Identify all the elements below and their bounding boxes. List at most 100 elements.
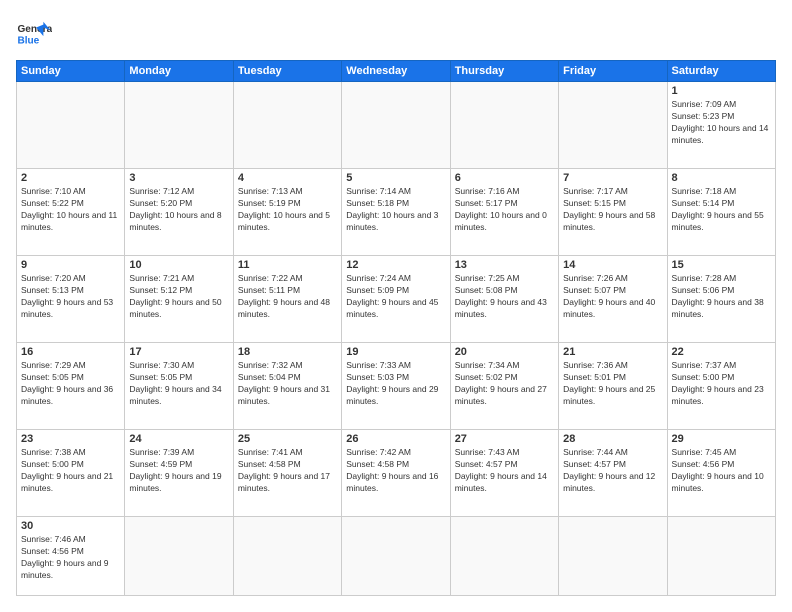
day-info: Sunrise: 7:26 AMSunset: 5:07 PMDaylight:…	[563, 273, 662, 321]
calendar-cell: 10 Sunrise: 7:21 AMSunset: 5:12 PMDayligh…	[125, 256, 233, 343]
day-number: 11	[238, 259, 337, 271]
day-number: 26	[346, 433, 445, 445]
day-number: 3	[129, 172, 228, 184]
calendar-cell: 26Sunrise: 7:42 AMSunset: 4:58 PMDayligh…	[342, 430, 450, 517]
day-number: 10	[129, 259, 228, 271]
calendar-cell: 29Sunrise: 7:45 AMSunset: 4:56 PMDayligh…	[667, 430, 775, 517]
day-number: 19	[346, 346, 445, 358]
day-of-week-header: Thursday	[450, 61, 558, 82]
calendar-cell	[125, 517, 233, 596]
day-of-week-header: Friday	[559, 61, 667, 82]
day-info: Sunrise: 7:36 AMSunset: 5:01 PMDaylight:…	[563, 360, 662, 408]
calendar-cell: 25Sunrise: 7:41 AMSunset: 4:58 PMDayligh…	[233, 430, 341, 517]
day-number: 5	[346, 172, 445, 184]
calendar-cell: 15Sunrise: 7:28 AMSunset: 5:06 PMDayligh…	[667, 256, 775, 343]
day-info: Sunrise: 7:43 AMSunset: 4:57 PMDaylight:…	[455, 447, 554, 495]
day-number: 12	[346, 259, 445, 271]
day-number: 8	[672, 172, 771, 184]
day-of-week-header: Monday	[125, 61, 233, 82]
calendar-cell	[450, 82, 558, 169]
day-info: Sunrise: 7:20 AMSunset: 5:13 PMDaylight:…	[21, 273, 120, 321]
day-info: Sunrise: 7:46 AMSunset: 4:56 PMDaylight:…	[21, 534, 120, 582]
calendar-cell: 2 Sunrise: 7:10 AMSunset: 5:22 PMDaylight…	[17, 169, 125, 256]
day-info: Sunrise: 7:37 AMSunset: 5:00 PMDaylight:…	[672, 360, 771, 408]
calendar-cell: 27 Sunrise: 7:43 AMSunset: 4:57 PMDayligh…	[450, 430, 558, 517]
calendar-cell: 11 Sunrise: 7:22 AMSunset: 5:11 PMDayligh…	[233, 256, 341, 343]
day-info: Sunrise: 7:13 AMSunset: 5:19 PMDaylight:…	[238, 186, 337, 234]
day-number: 9	[21, 259, 120, 271]
day-info: Sunrise: 7:33 AMSunset: 5:03 PMDaylight:…	[346, 360, 445, 408]
day-number: 1	[672, 85, 771, 97]
day-number: 25	[238, 433, 337, 445]
day-number: 27	[455, 433, 554, 445]
calendar-cell: 3 Sunrise: 7:12 AMSunset: 5:20 PMDaylight…	[125, 169, 233, 256]
day-info: Sunrise: 7:17 AMSunset: 5:15 PMDaylight:…	[563, 186, 662, 234]
day-number: 30	[21, 520, 120, 532]
day-number: 16	[21, 346, 120, 358]
calendar-cell: 24Sunrise: 7:39 AMSunset: 4:59 PMDayligh…	[125, 430, 233, 517]
calendar-cell	[450, 517, 558, 596]
day-info: Sunrise: 7:09 AMSunset: 5:23 PMDaylight:…	[672, 99, 771, 147]
day-info: Sunrise: 7:24 AMSunset: 5:09 PMDaylight:…	[346, 273, 445, 321]
calendar-cell: 8 Sunrise: 7:18 AMSunset: 5:14 PMDaylight…	[667, 169, 775, 256]
day-info: Sunrise: 7:30 AMSunset: 5:05 PMDaylight:…	[129, 360, 228, 408]
calendar-cell: 12 Sunrise: 7:24 AMSunset: 5:09 PMDayligh…	[342, 256, 450, 343]
day-number: 18	[238, 346, 337, 358]
page: General Blue SundayMondayTuesdayWednesda…	[0, 0, 792, 612]
header: General Blue	[16, 16, 776, 52]
calendar-cell	[342, 517, 450, 596]
calendar-cell	[125, 82, 233, 169]
calendar-cell: 28 Sunrise: 7:44 AMSunset: 4:57 PMDayligh…	[559, 430, 667, 517]
day-number: 20	[455, 346, 554, 358]
svg-text:Blue: Blue	[17, 35, 39, 46]
calendar-cell: 14Sunrise: 7:26 AMSunset: 5:07 PMDayligh…	[559, 256, 667, 343]
calendar-cell: 4 Sunrise: 7:13 AMSunset: 5:19 PMDaylight…	[233, 169, 341, 256]
day-number: 28	[563, 433, 662, 445]
calendar-cell: 1 Sunrise: 7:09 AMSunset: 5:23 PMDaylight…	[667, 82, 775, 169]
day-info: Sunrise: 7:16 AMSunset: 5:17 PMDaylight:…	[455, 186, 554, 234]
calendar-cell: 30 Sunrise: 7:46 AMSunset: 4:56 PMDayligh…	[17, 517, 125, 596]
day-number: 4	[238, 172, 337, 184]
day-of-week-header: Sunday	[17, 61, 125, 82]
day-info: Sunrise: 7:32 AMSunset: 5:04 PMDaylight:…	[238, 360, 337, 408]
day-info: Sunrise: 7:34 AMSunset: 5:02 PMDaylight:…	[455, 360, 554, 408]
day-number: 21	[563, 346, 662, 358]
day-of-week-header: Saturday	[667, 61, 775, 82]
svg-text:General: General	[17, 24, 52, 35]
day-number: 23	[21, 433, 120, 445]
calendar-cell	[233, 517, 341, 596]
calendar: SundayMondayTuesdayWednesdayThursdayFrid…	[16, 60, 776, 596]
calendar-cell	[342, 82, 450, 169]
day-info: Sunrise: 7:18 AMSunset: 5:14 PMDaylight:…	[672, 186, 771, 234]
day-info: Sunrise: 7:29 AMSunset: 5:05 PMDaylight:…	[21, 360, 120, 408]
calendar-cell: 19 Sunrise: 7:33 AMSunset: 5:03 PMDayligh…	[342, 343, 450, 430]
day-info: Sunrise: 7:38 AMSunset: 5:00 PMDaylight:…	[21, 447, 120, 495]
day-number: 17	[129, 346, 228, 358]
calendar-cell: 20 Sunrise: 7:34 AMSunset: 5:02 PMDayligh…	[450, 343, 558, 430]
day-info: Sunrise: 7:25 AMSunset: 5:08 PMDaylight:…	[455, 273, 554, 321]
day-info: Sunrise: 7:39 AMSunset: 4:59 PMDaylight:…	[129, 447, 228, 495]
calendar-cell: 6 Sunrise: 7:16 AMSunset: 5:17 PMDaylight…	[450, 169, 558, 256]
day-of-week-header: Wednesday	[342, 61, 450, 82]
day-info: Sunrise: 7:22 AMSunset: 5:11 PMDaylight:…	[238, 273, 337, 321]
day-number: 7	[563, 172, 662, 184]
calendar-cell: 7 Sunrise: 7:17 AMSunset: 5:15 PMDaylight…	[559, 169, 667, 256]
calendar-cell: 9 Sunrise: 7:20 AMSunset: 5:13 PMDaylight…	[17, 256, 125, 343]
day-number: 2	[21, 172, 120, 184]
day-info: Sunrise: 7:44 AMSunset: 4:57 PMDaylight:…	[563, 447, 662, 495]
day-info: Sunrise: 7:14 AMSunset: 5:18 PMDaylight:…	[346, 186, 445, 234]
day-number: 6	[455, 172, 554, 184]
day-number: 22	[672, 346, 771, 358]
day-info: Sunrise: 7:21 AMSunset: 5:12 PMDaylight:…	[129, 273, 228, 321]
day-info: Sunrise: 7:45 AMSunset: 4:56 PMDaylight:…	[672, 447, 771, 495]
day-info: Sunrise: 7:12 AMSunset: 5:20 PMDaylight:…	[129, 186, 228, 234]
day-info: Sunrise: 7:10 AMSunset: 5:22 PMDaylight:…	[21, 186, 120, 234]
calendar-cell	[559, 517, 667, 596]
calendar-cell	[667, 517, 775, 596]
calendar-cell: 21 Sunrise: 7:36 AMSunset: 5:01 PMDayligh…	[559, 343, 667, 430]
calendar-cell: 16 Sunrise: 7:29 AMSunset: 5:05 PMDayligh…	[17, 343, 125, 430]
calendar-cell	[559, 82, 667, 169]
day-number: 13	[455, 259, 554, 271]
calendar-cell: 18 Sunrise: 7:32 AMSunset: 5:04 PMDayligh…	[233, 343, 341, 430]
calendar-cell: 17 Sunrise: 7:30 AMSunset: 5:05 PMDayligh…	[125, 343, 233, 430]
